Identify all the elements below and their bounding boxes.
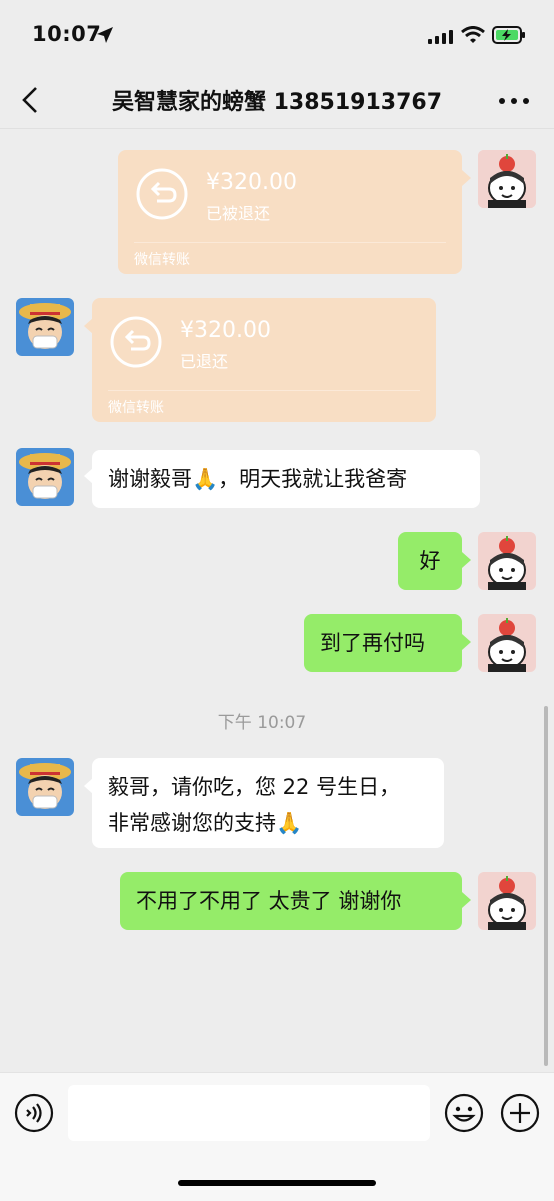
wifi-icon bbox=[461, 26, 485, 43]
avatar-contact-image bbox=[16, 298, 74, 356]
chat-title: 吴智慧家的螃蟹 13851913767 bbox=[111, 90, 443, 115]
transfer-bubble-returned[interactable]: ¥320.00 已退还 微信转账 bbox=[92, 298, 436, 422]
transfer-amount: ¥320.00 bbox=[180, 318, 271, 343]
avatar-contact-image bbox=[16, 758, 74, 816]
home-indicator bbox=[178, 1180, 376, 1186]
message-bubble[interactable]: 不用了不用了 太贵了 谢谢你 bbox=[120, 872, 462, 930]
more-icon[interactable] bbox=[498, 96, 530, 106]
transfer-divider bbox=[108, 390, 420, 391]
return-arrow-icon bbox=[110, 316, 162, 368]
message-bubble[interactable]: 谢谢毅哥🙏，明天我就让我爸寄 bbox=[92, 450, 480, 508]
message-line: 毅哥，请你吃，您 22 号生日， bbox=[108, 775, 401, 799]
avatar-self[interactable] bbox=[478, 614, 536, 672]
emoji-icon[interactable] bbox=[444, 1093, 484, 1133]
bubble-tail bbox=[462, 170, 471, 186]
message-bubble[interactable]: 好 bbox=[398, 532, 462, 590]
avatar-self-image bbox=[478, 872, 536, 930]
avatar-contact[interactable] bbox=[16, 758, 74, 816]
avatar-contact[interactable] bbox=[16, 448, 74, 506]
voice-icon[interactable] bbox=[14, 1093, 54, 1133]
battery-charging-icon bbox=[492, 26, 525, 44]
message-input[interactable] bbox=[68, 1085, 430, 1141]
plus-icon[interactable] bbox=[500, 1093, 540, 1133]
chat-header: 吴智慧家的螃蟹 13851913767 bbox=[0, 70, 554, 129]
avatar-self-image bbox=[478, 150, 536, 208]
status-time: 10:07 bbox=[32, 22, 102, 46]
chevron-left-icon[interactable] bbox=[20, 86, 42, 114]
avatar-contact[interactable] bbox=[16, 298, 74, 356]
transfer-footer: 微信转账 bbox=[108, 400, 164, 416]
avatar-contact-image bbox=[16, 448, 74, 506]
avatar-self-image bbox=[478, 614, 536, 672]
bubble-tail bbox=[462, 892, 471, 908]
transfer-bubble-returned[interactable]: ¥320.00 已被退还 微信转账 bbox=[118, 150, 462, 274]
avatar-self[interactable] bbox=[478, 872, 536, 930]
bubble-tail bbox=[462, 552, 471, 568]
status-bar: 10:07 bbox=[0, 0, 554, 70]
avatar-self[interactable] bbox=[478, 532, 536, 590]
avatar-self-image bbox=[478, 532, 536, 590]
transfer-amount: ¥320.00 bbox=[206, 170, 297, 195]
avatar-self[interactable] bbox=[478, 150, 536, 208]
return-arrow-icon bbox=[136, 168, 188, 220]
cellular-signal-icon bbox=[428, 30, 453, 44]
transfer-status: 已退还 bbox=[180, 352, 229, 371]
location-arrow-icon bbox=[97, 27, 113, 43]
message-timestamp: 下午 10:07 bbox=[217, 713, 307, 733]
transfer-divider bbox=[134, 242, 446, 243]
transfer-status: 已被退还 bbox=[206, 204, 271, 223]
chat-scrollbar[interactable] bbox=[544, 706, 548, 1066]
message-line: 非常感谢您的支持🙏 bbox=[108, 811, 303, 835]
transfer-footer: 微信转账 bbox=[134, 252, 190, 268]
message-bubble[interactable]: 毅哥，请你吃，您 22 号生日， 非常感谢您的支持🙏 bbox=[92, 758, 444, 848]
bubble-tail bbox=[462, 634, 471, 650]
message-bubble[interactable]: 到了再付吗 bbox=[304, 614, 462, 672]
